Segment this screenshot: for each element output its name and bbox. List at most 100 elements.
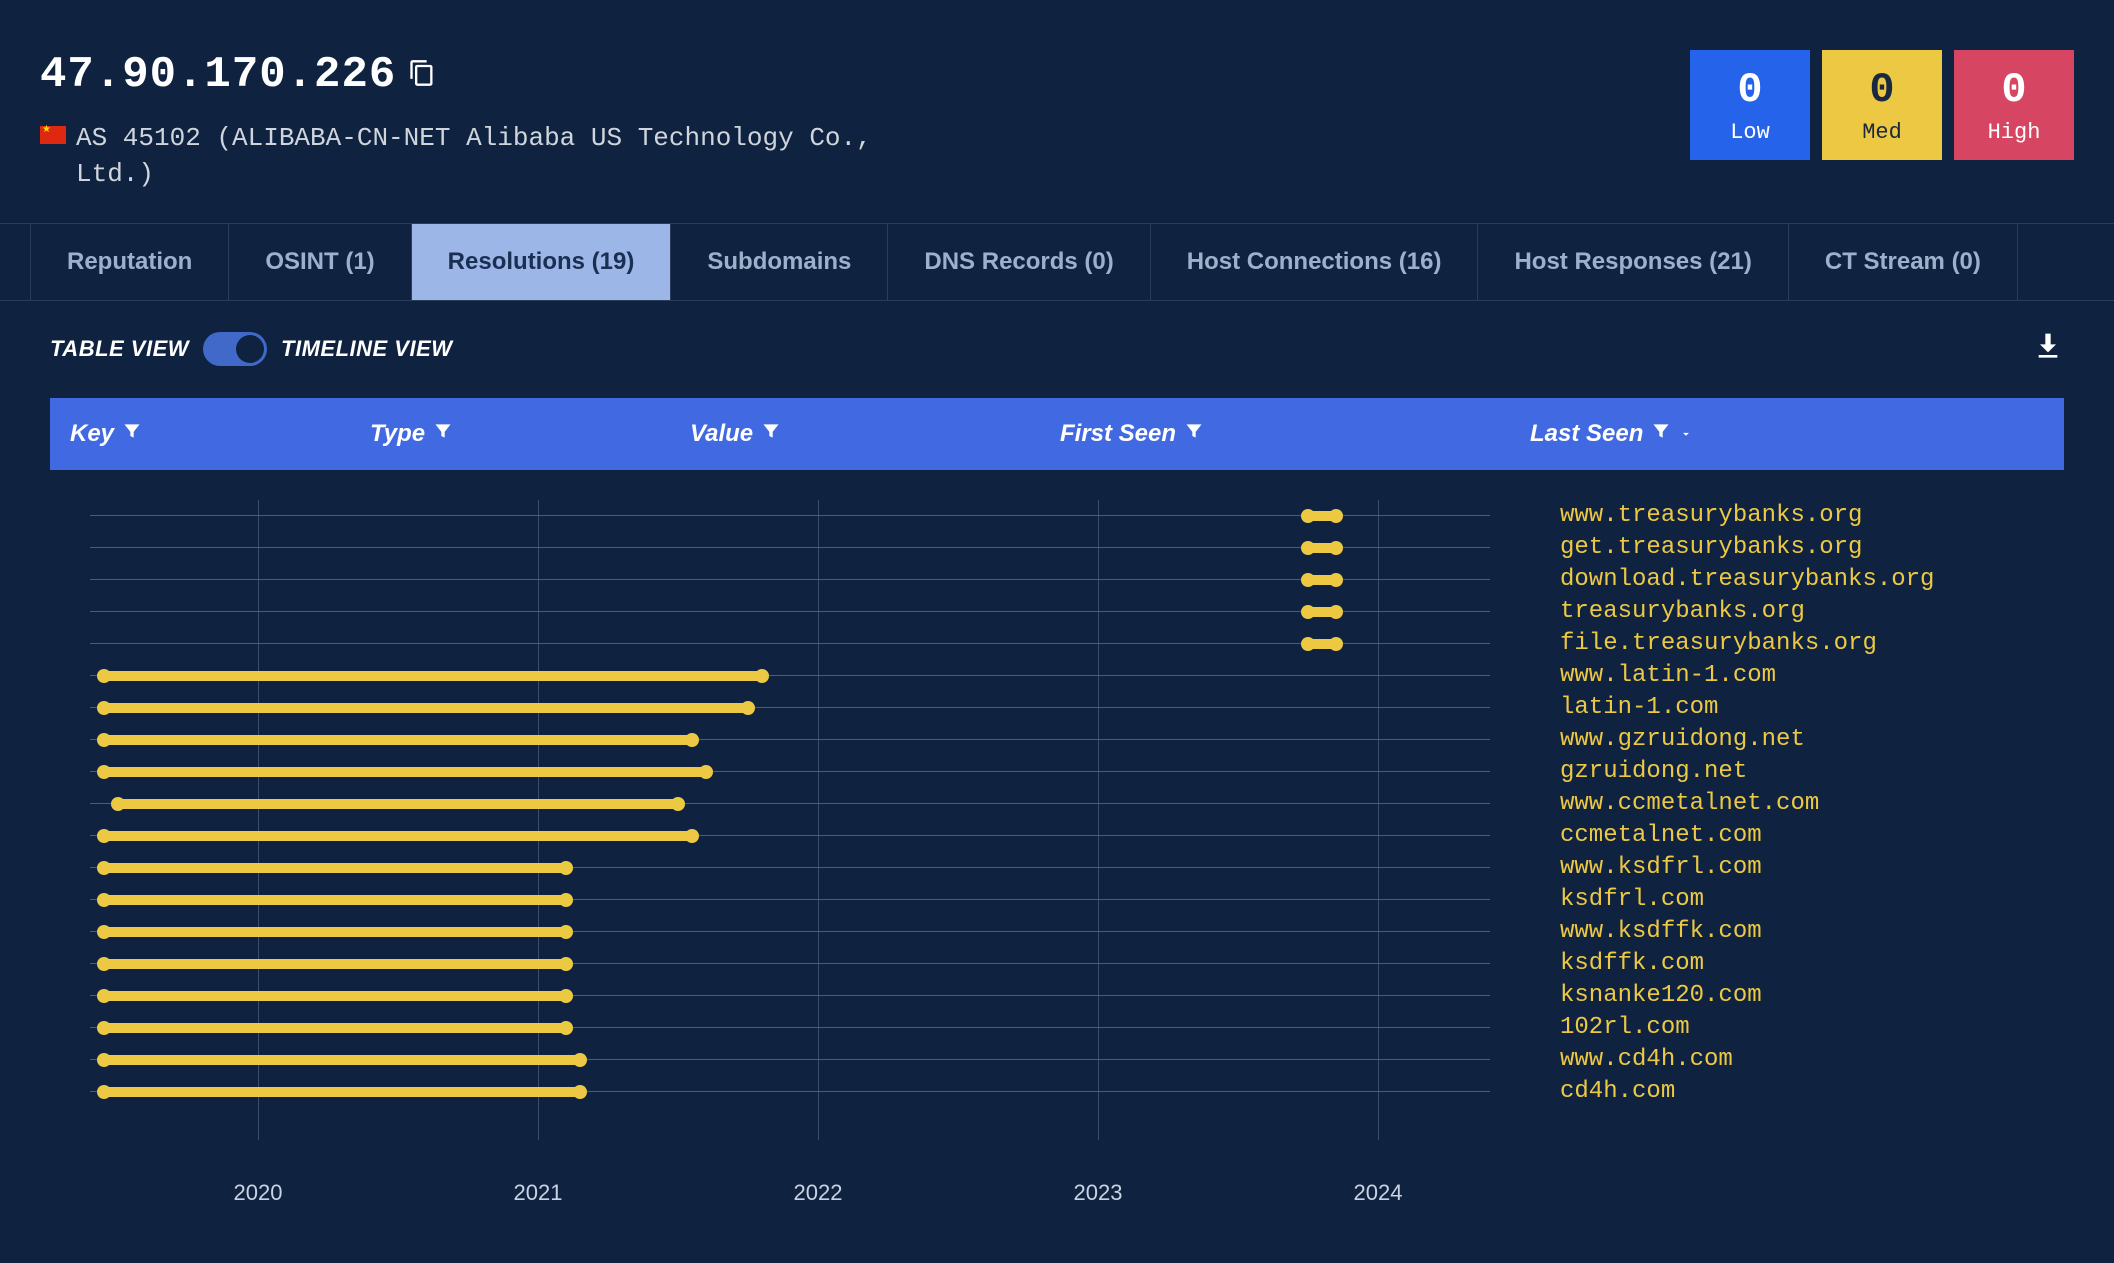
timeline-bar	[104, 1023, 566, 1033]
start-dot	[97, 733, 111, 747]
timeline-row-label: www.gzruidong.net	[1560, 726, 1805, 753]
column-type[interactable]: Type	[370, 420, 690, 448]
timeline-track	[90, 547, 1490, 548]
timeline-row[interactable]: treasurybanks.org	[50, 596, 2064, 628]
timeline-row-label: ksnanke120.com	[1560, 982, 1762, 1009]
start-dot	[97, 765, 111, 779]
flag-icon	[40, 126, 66, 144]
severity-high[interactable]: 0 High	[1954, 50, 2074, 160]
end-dot	[559, 957, 573, 971]
tab-host-connections-16[interactable]: Host Connections (16)	[1151, 224, 1479, 300]
copy-icon[interactable]	[408, 59, 436, 92]
download-icon[interactable]	[2032, 331, 2064, 368]
timeline-track	[90, 579, 1490, 580]
timeline-row-label: www.cd4h.com	[1560, 1046, 1733, 1073]
as-row: AS 45102 (ALIBABA-CN-NET Alibaba US Tech…	[40, 120, 1690, 193]
timeline-row[interactable]: ksdffk.com	[50, 948, 2064, 980]
column-first-seen[interactable]: First Seen	[1060, 420, 1530, 448]
column-key[interactable]: Key	[70, 420, 370, 448]
filter-icon	[122, 420, 142, 448]
end-dot	[685, 829, 699, 843]
timeline-row[interactable]: www.gzruidong.net	[50, 724, 2064, 756]
timeline-row[interactable]: cd4h.com	[50, 1076, 2064, 1108]
timeline-view-label[interactable]: TIMELINE VIEW	[281, 336, 453, 362]
filter-icon	[1651, 420, 1671, 448]
toggle-knob	[236, 335, 264, 363]
filter-icon	[433, 420, 453, 448]
controls-row: TABLE VIEW TIMELINE VIEW	[0, 301, 2114, 388]
end-dot	[573, 1085, 587, 1099]
header-left: 47.90.170.226 AS 45102 (ALIBABA-CN-NET A…	[40, 50, 1690, 193]
tab-reputation[interactable]: Reputation	[30, 224, 229, 300]
start-dot	[97, 989, 111, 1003]
timeline-row[interactable]: latin-1.com	[50, 692, 2064, 724]
end-dot	[671, 797, 685, 811]
start-dot	[97, 1053, 111, 1067]
end-dot	[1329, 573, 1343, 587]
severity-low-count: 0	[1737, 66, 1762, 114]
timeline-row[interactable]: www.ksdffk.com	[50, 916, 2064, 948]
severity-boxes: 0 Low 0 Med 0 High	[1690, 50, 2074, 160]
severity-med[interactable]: 0 Med	[1822, 50, 1942, 160]
timeline-bar	[104, 767, 706, 777]
axis-tick: 2022	[794, 1180, 843, 1206]
timeline-row[interactable]: www.treasurybanks.org	[50, 500, 2064, 532]
start-dot	[97, 1021, 111, 1035]
start-dot	[1301, 509, 1315, 523]
tab-ct-stream-0[interactable]: CT Stream (0)	[1789, 224, 2018, 300]
timeline-row[interactable]: www.latin-1.com	[50, 660, 2064, 692]
timeline-row[interactable]: download.treasurybanks.org	[50, 564, 2064, 596]
end-dot	[559, 861, 573, 875]
column-last-seen[interactable]: Last Seen	[1530, 420, 2044, 448]
timeline-row[interactable]: 102rl.com	[50, 1012, 2064, 1044]
start-dot	[111, 797, 125, 811]
tab-subdomains[interactable]: Subdomains	[671, 224, 888, 300]
timeline-row[interactable]: file.treasurybanks.org	[50, 628, 2064, 660]
tab-osint-1[interactable]: OSINT (1)	[229, 224, 411, 300]
ip-row: 47.90.170.226	[40, 50, 1690, 100]
timeline-bar	[104, 895, 566, 905]
timeline-row[interactable]: ksdfrl.com	[50, 884, 2064, 916]
timeline-row-label: www.latin-1.com	[1560, 662, 1776, 689]
start-dot	[1301, 541, 1315, 555]
timeline-row-label: www.treasurybanks.org	[1560, 502, 1862, 529]
axis-tick: 2023	[1074, 1180, 1123, 1206]
timeline-row-label: 102rl.com	[1560, 1014, 1690, 1041]
tab-host-responses-21[interactable]: Host Responses (21)	[1478, 224, 1788, 300]
timeline-row-label: download.treasurybanks.org	[1560, 566, 1934, 593]
timeline-row-label: ksdfrl.com	[1560, 886, 1704, 913]
severity-med-label: Med	[1862, 120, 1902, 145]
axis-tick: 2021	[514, 1180, 563, 1206]
start-dot	[97, 1085, 111, 1099]
timeline-row[interactable]: ccmetalnet.com	[50, 820, 2064, 852]
timeline-row[interactable]: www.ksdfrl.com	[50, 852, 2064, 884]
start-dot	[1301, 573, 1315, 587]
timeline-bar	[104, 991, 566, 1001]
timeline-bar	[104, 735, 692, 745]
timeline-row[interactable]: ksnanke120.com	[50, 980, 2064, 1012]
timeline-row-label: www.ccmetalnet.com	[1560, 790, 1819, 817]
end-dot	[685, 733, 699, 747]
start-dot	[97, 829, 111, 843]
timeline-row[interactable]: get.treasurybanks.org	[50, 532, 2064, 564]
timeline-track	[90, 515, 1490, 516]
timeline-row[interactable]: www.ccmetalnet.com	[50, 788, 2064, 820]
view-toggle[interactable]	[203, 332, 267, 366]
timeline-row[interactable]: gzruidong.net	[50, 756, 2064, 788]
axis-tick: 2020	[234, 1180, 283, 1206]
tab-resolutions-19[interactable]: Resolutions (19)	[412, 224, 672, 300]
severity-med-count: 0	[1869, 66, 1894, 114]
end-dot	[1329, 605, 1343, 619]
timeline-row[interactable]: www.cd4h.com	[50, 1044, 2064, 1076]
end-dot	[559, 893, 573, 907]
table-view-label[interactable]: TABLE VIEW	[50, 336, 189, 362]
tab-dns-records-0[interactable]: DNS Records (0)	[888, 224, 1150, 300]
column-value[interactable]: Value	[690, 420, 1060, 448]
timeline-chart: www.treasurybanks.org get.treasurybanks.o…	[50, 500, 2064, 1180]
start-dot	[97, 957, 111, 971]
timeline-bar	[104, 927, 566, 937]
as-info: AS 45102 (ALIBABA-CN-NET Alibaba US Tech…	[76, 120, 896, 193]
severity-low[interactable]: 0 Low	[1690, 50, 1810, 160]
timeline-track	[90, 611, 1490, 612]
start-dot	[97, 925, 111, 939]
